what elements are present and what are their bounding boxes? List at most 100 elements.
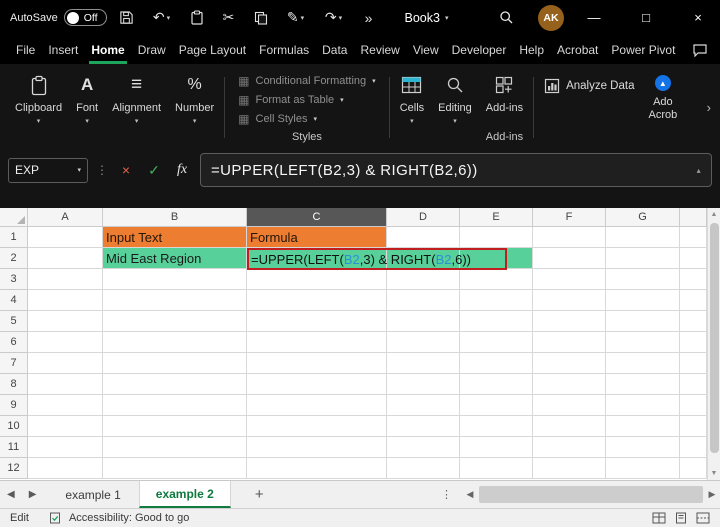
row-header-3[interactable]: 3: [0, 269, 28, 290]
cell-G7[interactable]: [606, 353, 680, 374]
cell-B11[interactable]: [103, 437, 247, 458]
cell-F11[interactable]: [533, 437, 606, 458]
enter-button[interactable]: ✓: [144, 162, 164, 179]
cell-H3[interactable]: [680, 269, 707, 290]
menu-item-home[interactable]: Home: [89, 35, 128, 64]
row-header-5[interactable]: 5: [0, 311, 28, 332]
cell-F1[interactable]: [533, 227, 606, 248]
cell-C7[interactable]: [247, 353, 387, 374]
cell-G4[interactable]: [606, 290, 680, 311]
quick-access-overflow-button[interactable]: »: [357, 6, 381, 30]
cell-D5[interactable]: [387, 311, 460, 332]
cell-H5[interactable]: [680, 311, 707, 332]
menu-item-file[interactable]: File: [16, 35, 35, 64]
editing-group[interactable]: Editing ▾: [431, 67, 479, 148]
cell-B2[interactable]: Mid East Region: [103, 248, 247, 269]
sheet-nav-right-icon[interactable]: ▶: [22, 489, 44, 500]
vertical-scroll-thumb[interactable]: [709, 223, 719, 453]
page-break-view-button[interactable]: [696, 512, 710, 524]
cell-A2[interactable]: [28, 248, 103, 269]
cell-B12[interactable]: [103, 458, 247, 479]
horizontal-scroll-track[interactable]: [478, 481, 704, 508]
vertical-scrollbar[interactable]: ▲ ▼: [707, 208, 720, 480]
acrobat-group[interactable]: ▲ Ado Acrob: [641, 67, 684, 148]
clipboard-button[interactable]: [185, 6, 209, 30]
cell-G11[interactable]: [606, 437, 680, 458]
formula-input[interactable]: =UPPER(LEFT(B2,3) & RIGHT(B2,6)) ▴: [200, 153, 712, 187]
scroll-right-icon[interactable]: ▶: [704, 489, 720, 500]
cell-E9[interactable]: [460, 395, 533, 416]
format-painter-button[interactable]: ✎ ▾: [281, 6, 311, 30]
cell-F3[interactable]: [533, 269, 606, 290]
cell-F2[interactable]: [533, 248, 606, 269]
cell-A9[interactable]: [28, 395, 103, 416]
menu-item-page-layout[interactable]: Page Layout: [179, 35, 246, 64]
cell-C10[interactable]: [247, 416, 387, 437]
format-as-table-button[interactable]: ▦ Format as Table ▾: [238, 91, 344, 108]
cell-B5[interactable]: [103, 311, 247, 332]
cell-C12[interactable]: [247, 458, 387, 479]
cell-D8[interactable]: [387, 374, 460, 395]
add-ins-group[interactable]: Add-ins Add-ins: [479, 67, 530, 148]
menu-item-formulas[interactable]: Formulas: [259, 35, 309, 64]
cell-G1[interactable]: [606, 227, 680, 248]
menu-item-acrobat[interactable]: Acrobat: [557, 35, 598, 64]
cell-B3[interactable]: [103, 269, 247, 290]
cell-H6[interactable]: [680, 332, 707, 353]
column-header-E[interactable]: E: [460, 208, 533, 227]
font-group[interactable]: A Font ▾: [69, 67, 105, 148]
cell-D7[interactable]: [387, 353, 460, 374]
comments-button[interactable]: [688, 38, 712, 62]
cell-C5[interactable]: [247, 311, 387, 332]
column-header-A[interactable]: A: [28, 208, 103, 227]
close-button[interactable]: ×: [676, 0, 720, 35]
cell-F12[interactable]: [533, 458, 606, 479]
accessibility-status[interactable]: Accessibility: Good to go: [69, 512, 189, 524]
menu-item-insert[interactable]: Insert: [48, 35, 78, 64]
name-box[interactable]: EXP ▾: [8, 157, 88, 183]
cell-F4[interactable]: [533, 290, 606, 311]
avatar[interactable]: AK: [538, 4, 564, 31]
cell-G12[interactable]: [606, 458, 680, 479]
cell-C1[interactable]: Formula: [247, 227, 387, 248]
scroll-down-icon[interactable]: ▼: [708, 467, 720, 480]
cell-G9[interactable]: [606, 395, 680, 416]
cell-F5[interactable]: [533, 311, 606, 332]
cell-D6[interactable]: [387, 332, 460, 353]
cell-A12[interactable]: [28, 458, 103, 479]
select-all-corner[interactable]: [0, 208, 28, 227]
normal-view-button[interactable]: [652, 512, 666, 524]
cell-styles-button[interactable]: ▦ Cell Styles ▾: [238, 110, 317, 127]
redo-button[interactable]: ↷ ▾: [319, 6, 349, 30]
cell-G6[interactable]: [606, 332, 680, 353]
autosave-toggle[interactable]: AutoSave Off: [10, 9, 107, 26]
row-header-2[interactable]: 2: [0, 248, 28, 269]
cell-A10[interactable]: [28, 416, 103, 437]
row-header-10[interactable]: 10: [0, 416, 28, 437]
cell-D1[interactable]: [387, 227, 460, 248]
cell-G5[interactable]: [606, 311, 680, 332]
row-header-8[interactable]: 8: [0, 374, 28, 395]
cell-H9[interactable]: [680, 395, 707, 416]
row-header-6[interactable]: 6: [0, 332, 28, 353]
column-header-D[interactable]: D: [387, 208, 460, 227]
ribbon-scroll-right-button[interactable]: ›: [702, 100, 716, 115]
cell-C11[interactable]: [247, 437, 387, 458]
sheet-tab-example-2[interactable]: example 2: [138, 481, 231, 508]
cell-E4[interactable]: [460, 290, 533, 311]
cell-E1[interactable]: [460, 227, 533, 248]
cell-F9[interactable]: [533, 395, 606, 416]
cell-F10[interactable]: [533, 416, 606, 437]
cell-F6[interactable]: [533, 332, 606, 353]
cell-E3[interactable]: [460, 269, 533, 290]
insert-function-button[interactable]: fx: [172, 162, 192, 178]
cell-D4[interactable]: [387, 290, 460, 311]
row-header-4[interactable]: 4: [0, 290, 28, 311]
collapse-formula-bar-icon[interactable]: ▴: [697, 166, 701, 175]
cell-H2[interactable]: [680, 248, 707, 269]
maximize-button[interactable]: □: [624, 0, 668, 35]
workbook-title[interactable]: Book3 ▾: [405, 11, 449, 25]
cell-A1[interactable]: [28, 227, 103, 248]
cell-C3[interactable]: [247, 269, 387, 290]
cell-D11[interactable]: [387, 437, 460, 458]
